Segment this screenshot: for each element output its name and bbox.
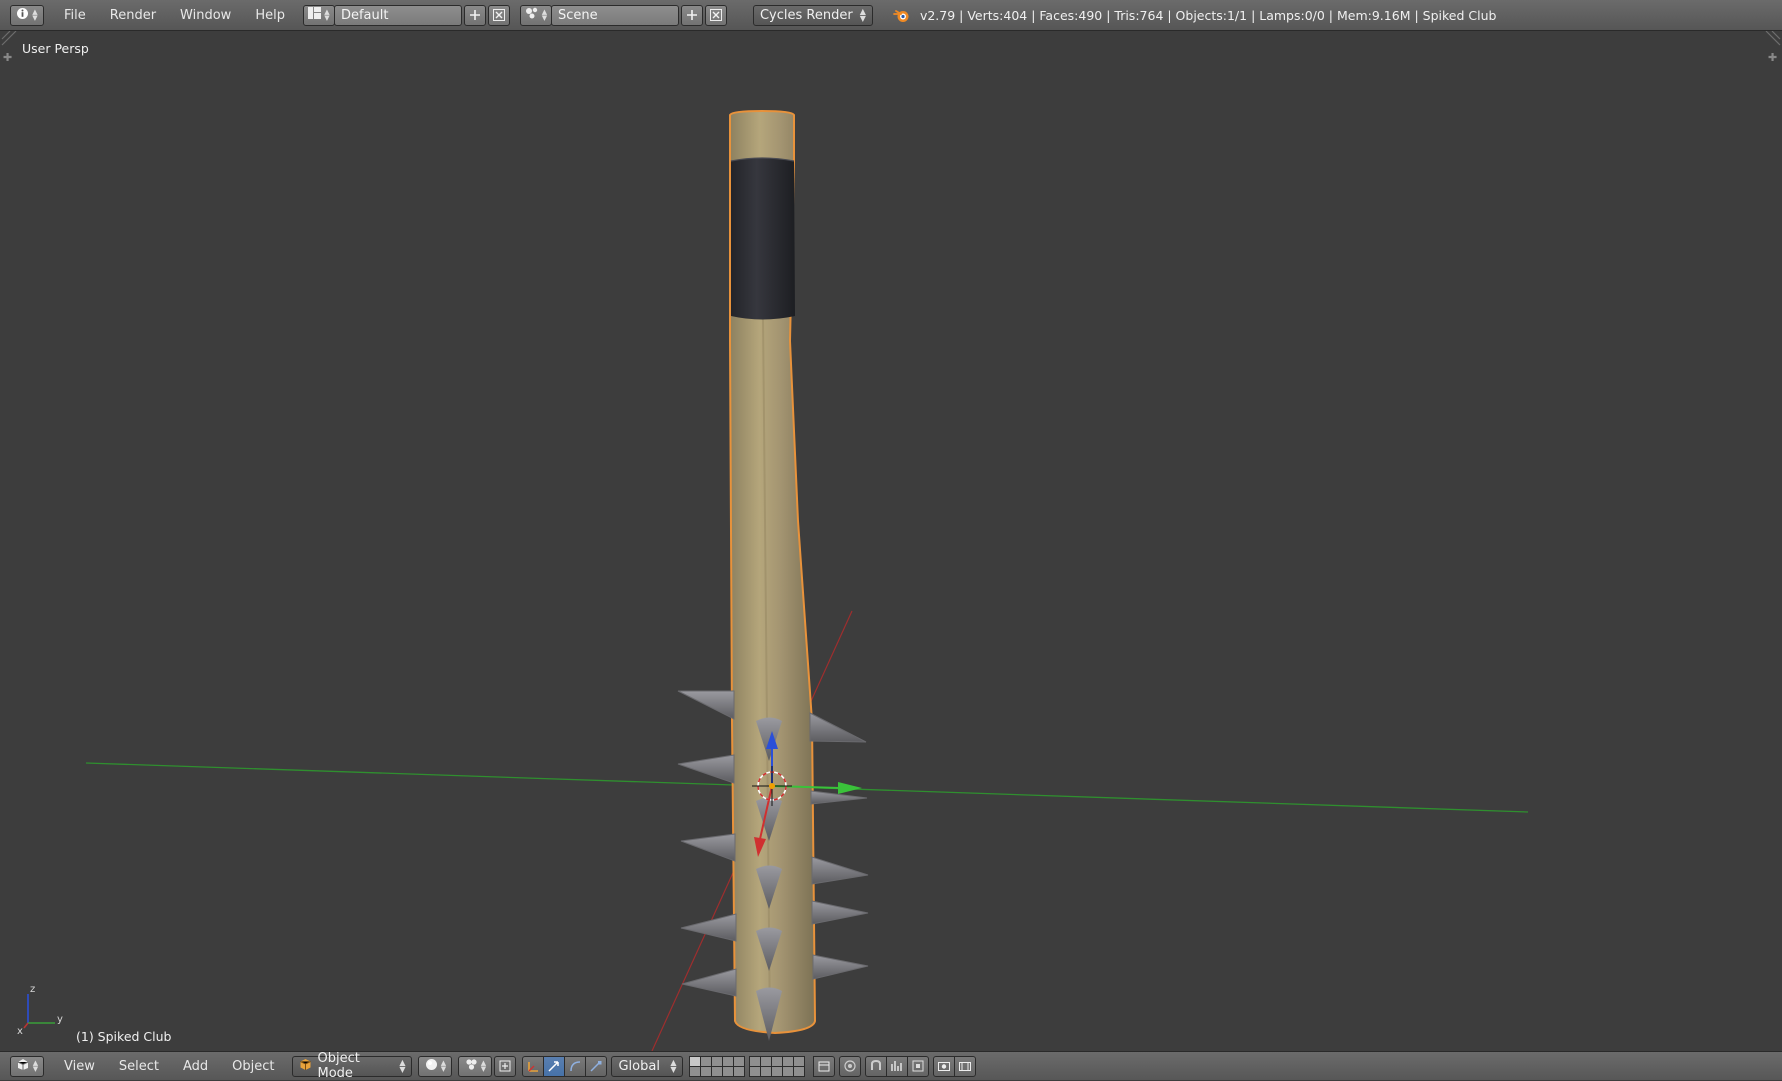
object-mode-cube-icon bbox=[299, 1058, 312, 1075]
scale-icon bbox=[590, 1061, 602, 1072]
render-engine-value: Cycles Render bbox=[759, 7, 853, 23]
menu-select[interactable]: Select bbox=[107, 1059, 171, 1074]
editor-type-selector[interactable]: ▲ ▼ bbox=[10, 1055, 44, 1077]
3d-view-icon bbox=[16, 1058, 30, 1075]
delete-scene-button[interactable] bbox=[704, 4, 727, 26]
scene-icon bbox=[525, 7, 539, 23]
menu-render[interactable]: Render bbox=[98, 0, 168, 31]
delete-layout-button[interactable] bbox=[487, 4, 510, 26]
snap-button[interactable] bbox=[865, 1055, 888, 1077]
blender-logo-icon bbox=[893, 8, 910, 23]
viewport-shading-dropdown[interactable]: ▲ ▼ bbox=[418, 1055, 453, 1077]
view-axes-gizmo bbox=[23, 994, 55, 1029]
chevron-updown-icon: ▲ ▼ bbox=[440, 1059, 447, 1073]
snap-to-center-button[interactable] bbox=[494, 1055, 517, 1077]
3d-view-header: ▲ ▼ View Select Add Object Object Mode ▲ ▼… bbox=[0, 1051, 1782, 1081]
move-center-icon bbox=[499, 1060, 511, 1072]
snapping-group bbox=[865, 1055, 930, 1077]
snap-element-icon bbox=[891, 1061, 903, 1071]
transform-orientation-value: Global bbox=[618, 1058, 660, 1074]
rotate-icon bbox=[570, 1061, 581, 1072]
interaction-mode-value: Object Mode bbox=[317, 1051, 360, 1081]
active-object-label: (1) Spiked Club bbox=[76, 1029, 172, 1044]
scene-layers bbox=[689, 1055, 809, 1077]
snap-element-button[interactable] bbox=[886, 1055, 909, 1077]
menu-object[interactable]: Object bbox=[220, 1059, 286, 1074]
gizmo-y-label: y bbox=[57, 1014, 63, 1025]
proportional-edit-icon bbox=[844, 1060, 857, 1072]
chevron-updown-icon: ▲ ▼ bbox=[399, 1058, 406, 1074]
snap-target-icon bbox=[912, 1060, 924, 1072]
add-scene-button[interactable] bbox=[680, 4, 703, 26]
menu-window[interactable]: Window bbox=[168, 0, 243, 31]
viewport-scene[interactable] bbox=[0, 31, 1782, 1051]
scene-browse[interactable]: ▲ ▼ bbox=[519, 4, 552, 26]
layer-block-1[interactable] bbox=[689, 1055, 746, 1077]
lock-layers-button[interactable] bbox=[813, 1055, 836, 1077]
gizmo-z-label: z bbox=[30, 984, 36, 995]
scale-manipulator-button[interactable] bbox=[585, 1055, 608, 1077]
editor-type-selector[interactable]: ▲ ▼ bbox=[10, 4, 44, 26]
chevron-updown-icon: ▲ ▼ bbox=[324, 8, 330, 22]
y-arrow-handle[interactable] bbox=[838, 782, 862, 794]
scene-widget: ▲ ▼ Scene bbox=[519, 4, 727, 26]
rotate-manipulator-button[interactable] bbox=[564, 1055, 587, 1077]
gizmo-x-label: x bbox=[17, 1026, 23, 1037]
chevron-updown-icon: ▲ ▼ bbox=[859, 7, 866, 23]
opengl-render-button[interactable] bbox=[933, 1055, 956, 1077]
plus-icon bbox=[469, 10, 480, 20]
scene-statistics: v2.79 | Verts:404 | Faces:490 | Tris:764… bbox=[919, 7, 1497, 23]
pivot-point-dropdown[interactable]: ▲ ▼ bbox=[458, 1055, 493, 1077]
snap-tools-group bbox=[813, 1055, 836, 1077]
add-layout-button[interactable] bbox=[463, 4, 486, 26]
translate-manipulator-button[interactable] bbox=[543, 1055, 566, 1077]
layer-block-2[interactable] bbox=[749, 1055, 806, 1077]
screen-layout-field[interactable]: Default bbox=[333, 4, 462, 26]
scene-field[interactable]: Scene bbox=[550, 4, 679, 26]
menu-add[interactable]: Add bbox=[171, 1059, 220, 1074]
lock-layers-icon bbox=[818, 1061, 830, 1072]
viewport-shading-solid-icon bbox=[425, 1058, 438, 1075]
chevron-updown-icon: ▲ ▼ bbox=[480, 1059, 487, 1073]
transform-orientation-dropdown[interactable]: Global ▲ ▼ bbox=[611, 1055, 684, 1077]
info-header: ▲ ▼ File Render Window Help ▲ ▼ Default ▲ ▼ bbox=[0, 0, 1782, 31]
manipulator-toggle-button[interactable] bbox=[522, 1055, 545, 1077]
screen-layout-icon bbox=[308, 7, 322, 23]
opengl-anim-icon bbox=[959, 1062, 972, 1071]
view-menu-bar: View Select Add Object bbox=[52, 1059, 286, 1074]
plus-icon bbox=[686, 10, 697, 20]
render-engine-dropdown[interactable]: Cycles Render ▲ ▼ bbox=[752, 4, 873, 26]
pivot-point-icon bbox=[465, 1058, 478, 1075]
menu-help[interactable]: Help bbox=[243, 0, 297, 31]
screen-layout-browse[interactable]: ▲ ▼ bbox=[302, 4, 335, 26]
chevron-updown-icon: ▲ ▼ bbox=[670, 1058, 677, 1074]
chevron-updown-icon: ▲ ▼ bbox=[541, 8, 548, 22]
translate-icon bbox=[548, 1061, 560, 1072]
menu-file[interactable]: File bbox=[52, 0, 98, 31]
snap-icon bbox=[871, 1059, 882, 1070]
manipulator-group bbox=[522, 1055, 608, 1077]
manipulator-toggle-icon bbox=[528, 1062, 539, 1072]
close-icon bbox=[492, 9, 505, 21]
chevron-updown-icon: ▲ ▼ bbox=[32, 1059, 39, 1073]
menu-view[interactable]: View bbox=[52, 1059, 107, 1074]
close-icon bbox=[709, 9, 722, 21]
main-menu: File Render Window Help bbox=[52, 0, 297, 31]
info-icon bbox=[16, 7, 29, 23]
proportional-edit-button[interactable] bbox=[839, 1055, 862, 1077]
view-name-label: User Persp bbox=[22, 41, 89, 56]
spiked-club-object[interactable] bbox=[677, 109, 869, 1041]
chevron-updown-icon: ▲ ▼ bbox=[32, 8, 38, 22]
screen-layout-widget: ▲ ▼ Default bbox=[302, 4, 510, 26]
opengl-render-icon bbox=[938, 1062, 951, 1071]
opengl-render-group bbox=[933, 1055, 977, 1077]
opengl-anim-button[interactable] bbox=[954, 1055, 977, 1077]
interaction-mode-dropdown[interactable]: Object Mode ▲ ▼ bbox=[292, 1051, 413, 1081]
snap-target-button[interactable] bbox=[907, 1055, 930, 1077]
3d-viewport[interactable]: ✚ ✚ z y x User Persp (1) Spiked Club bbox=[0, 31, 1782, 1051]
